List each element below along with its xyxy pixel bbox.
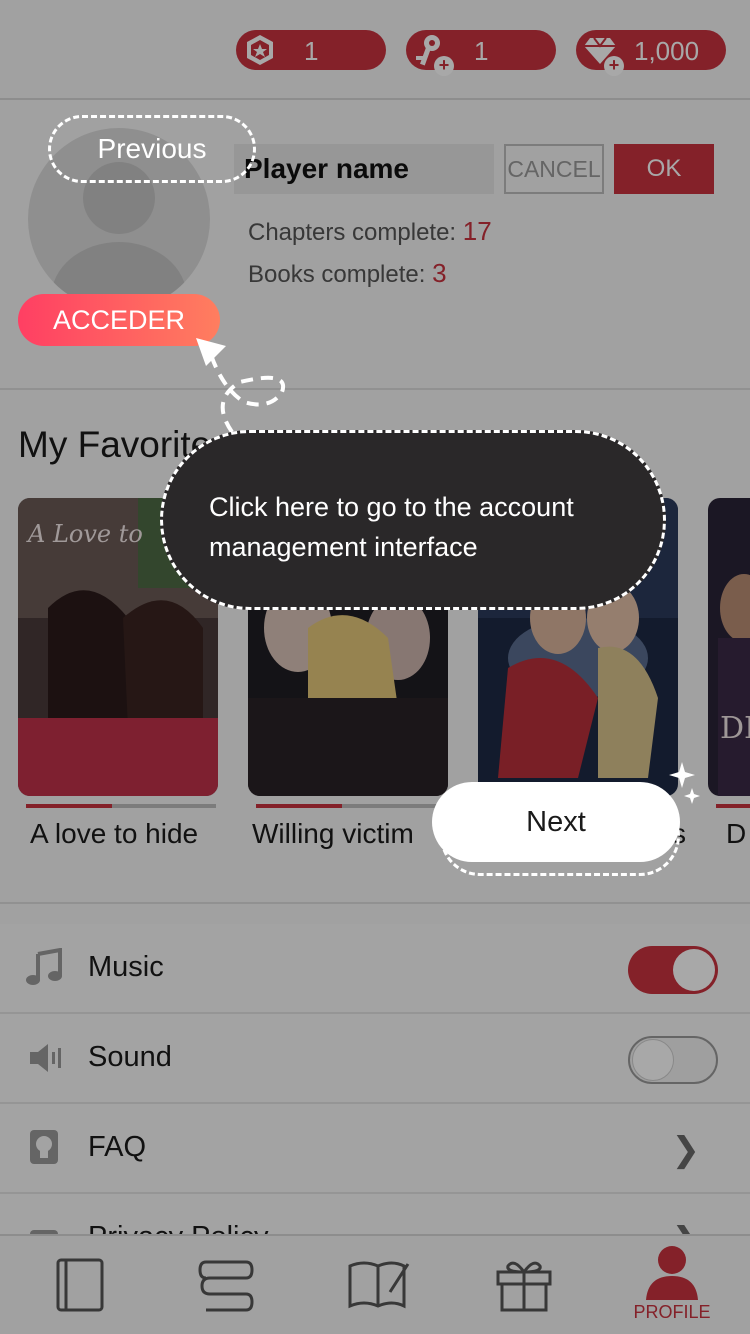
next-button[interactable]: Next xyxy=(432,782,680,862)
sparkle-icon xyxy=(669,762,695,788)
sparkle-icon xyxy=(684,788,700,804)
tutorial-pointer xyxy=(196,338,700,804)
tutorial-tooltip: Click here to go to the account manageme… xyxy=(160,430,666,610)
